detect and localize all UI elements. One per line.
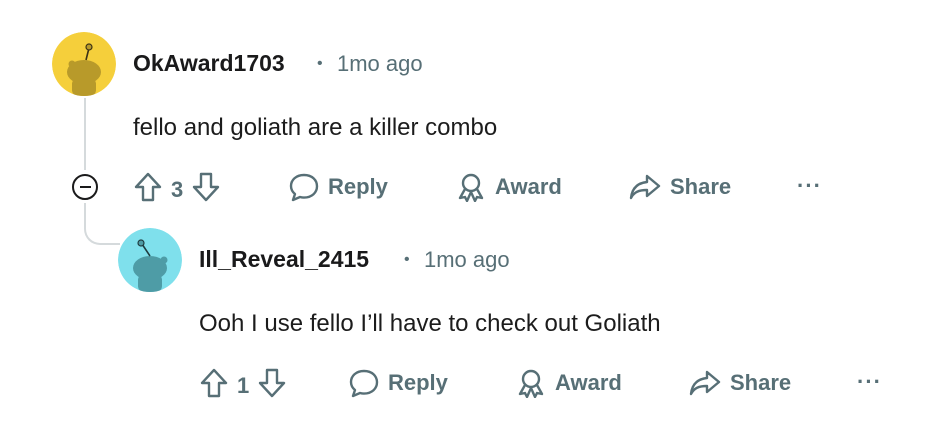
comment-author[interactable]: Ill_Reveal_2415 bbox=[199, 246, 369, 273]
reply-label: Reply bbox=[328, 174, 388, 199]
collapse-icon bbox=[79, 185, 91, 189]
downvote-icon[interactable] bbox=[257, 367, 287, 405]
avatar[interactable] bbox=[52, 32, 116, 96]
downvote-icon[interactable] bbox=[191, 171, 221, 209]
more-options-icon[interactable]: ··· bbox=[857, 369, 882, 395]
thread-line bbox=[84, 98, 86, 170]
comment-timestamp[interactable]: 1mo ago bbox=[424, 247, 510, 273]
award-icon bbox=[455, 172, 487, 202]
reply-button[interactable]: Reply bbox=[348, 368, 448, 398]
vote-count: 3 bbox=[171, 177, 184, 202]
award-icon bbox=[515, 368, 547, 398]
comment-author[interactable]: OkAward1703 bbox=[133, 50, 285, 77]
thread-connector bbox=[84, 203, 120, 245]
comment-body: Ooh I use fello I’ll have to check out G… bbox=[199, 310, 661, 337]
avatar[interactable] bbox=[118, 228, 182, 292]
award-button[interactable]: Award bbox=[515, 368, 622, 398]
reply-button[interactable]: Reply bbox=[288, 172, 388, 202]
upvote-icon[interactable] bbox=[133, 171, 163, 209]
share-icon bbox=[628, 172, 662, 202]
share-button[interactable]: Share bbox=[628, 172, 731, 202]
collapse-thread-button[interactable] bbox=[72, 174, 98, 200]
share-label: Share bbox=[730, 370, 792, 395]
award-label: Award bbox=[495, 174, 562, 199]
more-options-icon[interactable]: ··· bbox=[797, 173, 822, 199]
comment-body: fello and goliath are a killer combo bbox=[133, 114, 498, 141]
reply-icon bbox=[348, 368, 380, 398]
share-icon bbox=[688, 368, 722, 398]
reply-label: Reply bbox=[388, 370, 448, 395]
share-button[interactable]: Share bbox=[688, 368, 791, 398]
vote-count: 1 bbox=[237, 373, 250, 398]
reply-icon bbox=[288, 172, 320, 202]
comment-timestamp[interactable]: 1mo ago bbox=[337, 51, 423, 77]
award-label: Award bbox=[555, 370, 622, 395]
meta-separator: • bbox=[317, 55, 323, 72]
upvote-icon[interactable] bbox=[199, 367, 229, 405]
meta-separator: • bbox=[404, 251, 410, 268]
share-label: Share bbox=[670, 174, 732, 199]
award-button[interactable]: Award bbox=[455, 172, 562, 202]
vote-control: 3 bbox=[133, 171, 221, 209]
vote-control: 1 bbox=[199, 367, 287, 405]
